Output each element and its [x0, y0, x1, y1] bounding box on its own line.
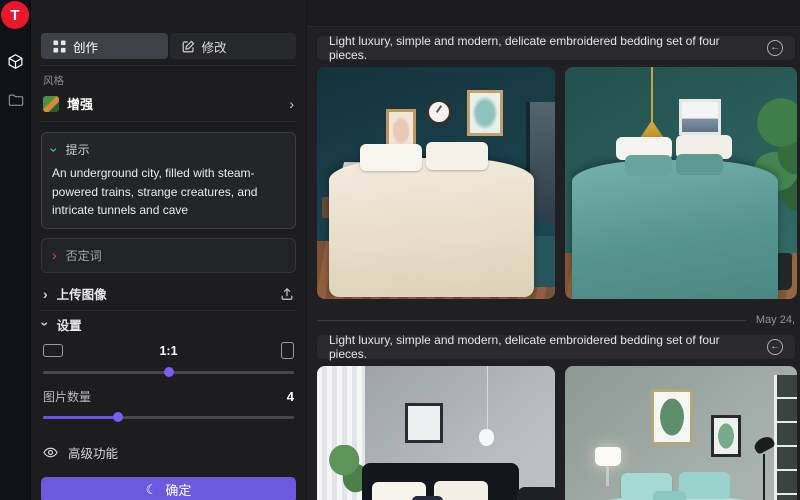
image-count-value: 4	[287, 389, 294, 404]
generated-image[interactable]	[317, 67, 555, 299]
scene-bed	[572, 160, 779, 299]
image-count-label: 图片数量	[43, 388, 91, 405]
gallery: Light luxury, simple and modern, delicat…	[306, 0, 800, 500]
scene-frame	[467, 90, 503, 136]
cube-icon[interactable]	[0, 53, 31, 70]
app-rail: T	[0, 0, 31, 500]
scene-pendant	[487, 366, 488, 431]
date-divider: May 24,	[317, 314, 795, 326]
edit-icon	[182, 40, 195, 53]
scene-pillow	[679, 472, 730, 500]
confirm-label: 确定	[165, 480, 191, 499]
scene-pillow	[653, 491, 685, 500]
prompt-header[interactable]: › 提示	[52, 141, 285, 158]
scene-frame	[405, 403, 443, 443]
confirm-button[interactable]: ☾ 确定	[41, 477, 296, 500]
tab-modify-label: 修改	[202, 37, 227, 56]
grid-icon	[53, 40, 66, 53]
scene-lamp	[595, 447, 621, 466]
generated-image[interactable]	[565, 67, 797, 299]
scene-frame	[679, 99, 721, 135]
scene-floor-lamp	[763, 454, 765, 500]
chevron-down-icon: ›	[38, 322, 52, 327]
scene-pillow	[625, 155, 671, 176]
chevron-right-icon: ›	[52, 248, 57, 262]
gallery-prompt-row: Light luxury, simple and modern, delicat…	[317, 36, 795, 60]
slider-thumb[interactable]	[113, 412, 123, 422]
aspect-ratio-control: 1:1	[41, 342, 296, 374]
style-section: 风格 增强 ›	[41, 66, 296, 122]
scene-frame	[386, 109, 416, 149]
upload-section[interactable]: › 上传图像	[41, 282, 296, 306]
scene-pendant	[651, 67, 653, 125]
scene-pendant	[479, 429, 494, 446]
scene-pillow	[360, 144, 422, 172]
avatar[interactable]: T	[1, 1, 29, 29]
gallery-prompt-text: Light luxury, simple and modern, delicat…	[329, 333, 755, 361]
scene-bed	[329, 158, 534, 297]
gallery-prompt-text: Light luxury, simple and modern, delicat…	[329, 34, 755, 62]
scene-window	[774, 375, 797, 500]
prompt-section: › 提示 An underground city, filled with st…	[41, 132, 296, 229]
scene-chair	[517, 487, 555, 500]
advanced-features[interactable]: 高级功能	[41, 441, 296, 465]
date-label: May 24,	[756, 314, 795, 326]
negative-section[interactable]: › 否定词	[41, 238, 296, 273]
left-panel: 创作 修改 风格 增强 › › 提示 An underg	[31, 0, 306, 500]
generated-image[interactable]	[317, 366, 555, 500]
style-label: 风格	[43, 73, 294, 88]
tab-create[interactable]: 创作	[41, 33, 168, 59]
style-value: 增强	[67, 94, 281, 113]
scene-frame	[711, 415, 741, 457]
aspect-ratio-value: 1:1	[43, 344, 294, 358]
tab-create-label: 创作	[73, 37, 98, 56]
upload-label: 上传图像	[57, 284, 107, 303]
scene-lamp	[606, 466, 609, 486]
chevron-down-icon: ›	[47, 147, 61, 152]
app-window: T 创作	[0, 0, 800, 500]
reuse-prompt-icon[interactable]: ←	[767, 339, 783, 355]
gallery-prompt-row: Light luxury, simple and modern, delicat…	[317, 335, 795, 359]
scene-pillow	[426, 142, 488, 170]
tab-modify[interactable]: 修改	[170, 33, 297, 59]
style-selector[interactable]: 增强 ›	[43, 94, 294, 113]
advanced-label: 高级功能	[68, 443, 118, 462]
settings-section[interactable]: › 设置	[41, 310, 296, 338]
image-row	[317, 67, 795, 299]
folder-icon[interactable]	[0, 93, 31, 107]
scene-pillow	[412, 496, 443, 500]
chevron-right-icon: ›	[43, 287, 48, 301]
eye-icon	[43, 447, 58, 458]
content-header	[307, 0, 800, 27]
prompt-input[interactable]: An underground city, filled with steam-p…	[52, 164, 285, 220]
aspect-ratio-slider[interactable]	[43, 371, 294, 374]
image-count-control: 图片数量 4	[41, 388, 296, 419]
generated-image[interactable]	[565, 366, 797, 500]
negative-label: 否定词	[66, 247, 102, 264]
upload-icon[interactable]	[280, 287, 294, 301]
image-count-slider[interactable]	[43, 416, 294, 419]
scene-pillow	[676, 154, 722, 175]
mode-tabs: 创作 修改	[41, 33, 296, 66]
image-row	[317, 366, 795, 500]
style-thumbnail	[43, 96, 59, 112]
reuse-prompt-icon[interactable]: ←	[767, 40, 783, 56]
chevron-right-icon: ›	[289, 97, 294, 111]
prompt-label: 提示	[66, 141, 90, 158]
settings-label: 设置	[57, 315, 82, 334]
slider-thumb[interactable]	[164, 367, 174, 377]
moon-icon: ☾	[146, 483, 158, 496]
scene-frame	[651, 389, 693, 445]
